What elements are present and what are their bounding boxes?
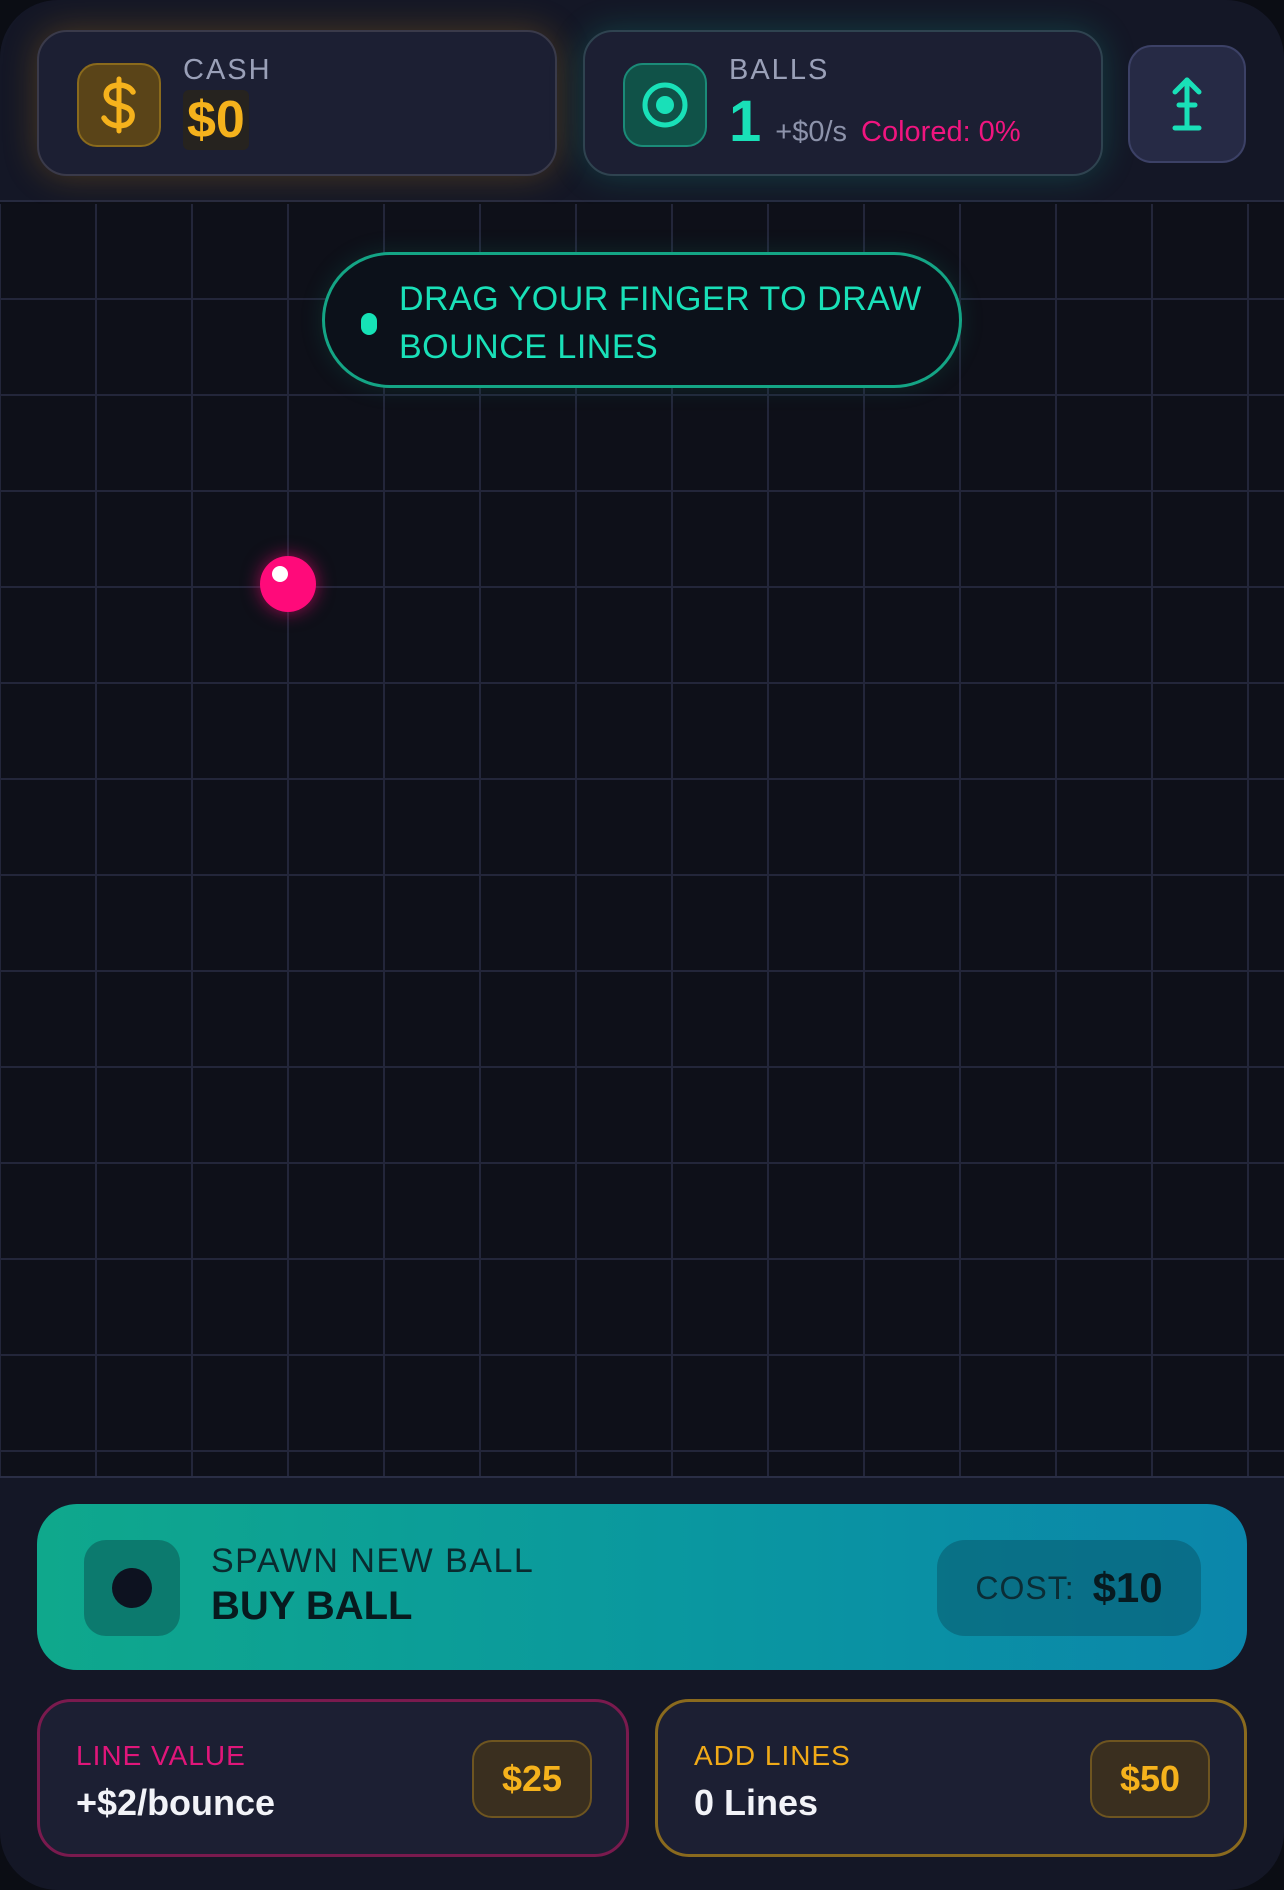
balls-card: BALLS 1 +$0/s Colored: 0% [583,30,1103,176]
play-field[interactable]: DRAG YOUR FINGER TO DRAW BOUNCE LINES [0,204,1284,1476]
ball-highlight [272,566,288,582]
buy-ball-title: BUY BALL [211,1584,413,1628]
buy-ball-button[interactable]: SPAWN NEW BALL BUY BALL COST: $10 [37,1504,1247,1670]
height-toggle-button[interactable] [1128,45,1246,163]
line-value-amount: +$2/bounce [76,1782,276,1823]
buy-ball-subtitle: SPAWN NEW BALL [211,1542,535,1580]
dollar-icon [77,63,161,147]
vertical-arrow-icon [1172,77,1202,131]
ball-icon [84,1540,180,1636]
cash-card: CASH $0 [37,30,557,176]
balls-label: BALLS [729,54,830,86]
game-screen: CASH $0 BALLS 1 +$0/s Colored: 0% DRAG Y… [0,0,1284,1890]
balls-stats: 1 +$0/s Colored: 0% [729,88,1021,155]
cost-value: $10 [1092,1564,1163,1611]
cash-value: $0 [183,90,249,150]
drag-hint: DRAG YOUR FINGER TO DRAW BOUNCE LINES [322,252,962,388]
line-value-price: $25 [472,1740,592,1818]
top-hud: CASH $0 BALLS 1 +$0/s Colored: 0% [0,0,1284,202]
income-rate: +$0/s [775,116,848,148]
add-lines-price: $50 [1090,1740,1210,1818]
cost-label: COST: [975,1569,1075,1606]
target-icon [623,63,707,147]
bottom-panel: SPAWN NEW BALL BUY BALL COST: $10 LINE V… [0,1476,1284,1890]
ball-icon-dot [112,1568,152,1608]
line-value-label: LINE VALUE [76,1740,246,1771]
buy-ball-cost: COST: $10 [937,1540,1201,1636]
cash-label: CASH [183,54,272,86]
hint-text: DRAG YOUR FINGER TO DRAW BOUNCE LINES [399,280,922,366]
add-lines-label: ADD LINES [694,1740,851,1771]
balls-count: 1 [729,89,762,154]
line-value-upgrade[interactable]: LINE VALUE +$2/bounce $25 [37,1699,629,1857]
add-lines-upgrade[interactable]: ADD LINES 0 Lines $50 [655,1699,1247,1857]
ball [260,556,316,612]
hint-dot-icon [361,313,377,335]
colored-percent: Colored: 0% [861,116,1021,148]
lines-count: 0 Lines [694,1782,819,1823]
